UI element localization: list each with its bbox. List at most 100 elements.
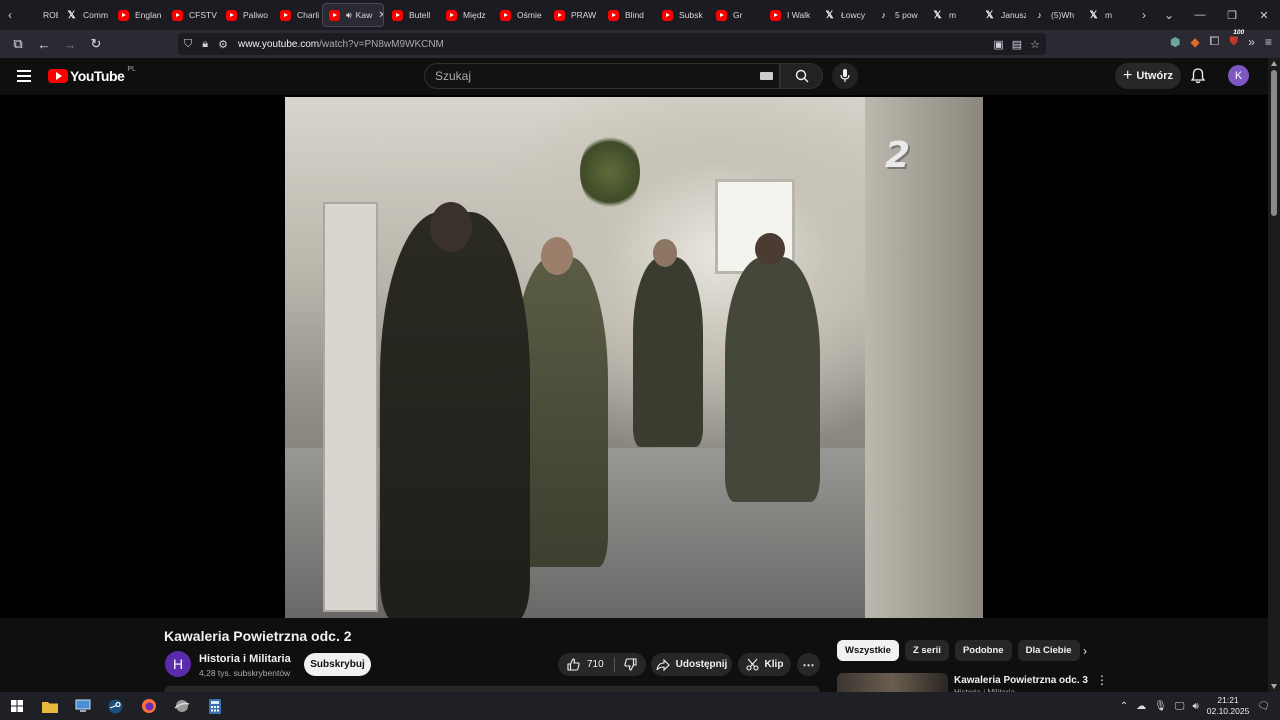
browser-tab[interactable]: 𝕏m [926,3,976,27]
file-explorer-icon[interactable] [33,692,66,720]
browser-tab[interactable]: CFSTV [166,3,218,27]
onedrive-cloud-icon[interactable]: ☁︎ [1136,701,1146,712]
browser-tab[interactable]: ♪ 5 pow [872,3,924,27]
network-icon[interactable]: 🖵︎ [1175,701,1185,712]
account-avatar[interactable]: K [1228,65,1249,86]
browser-tab[interactable]: Englan [112,3,164,27]
scroll-up-icon[interactable] [1271,61,1277,66]
start-windows-icon[interactable] [0,692,33,720]
lock-icon[interactable]: 🔒︎ [202,38,208,51]
channel-avatar[interactable]: H [165,651,191,677]
url-text[interactable]: www.youtube.com/watch?v=PN8wM9WKCNM [238,39,444,50]
browser-tab[interactable]: ♪ (5)Wh [1028,3,1080,27]
picture-in-picture-icon[interactable]: ▣ [993,38,1003,51]
clock[interactable]: 21:21 02.10.2025 [1207,695,1250,717]
clip-button[interactable]: Klip [738,653,791,676]
browser-tab[interactable]: ROBI [20,3,58,27]
notifications-icon[interactable]: 🗨︎ [1257,701,1270,712]
minimize-icon[interactable]: — [1184,9,1216,21]
country-code: PL [127,65,136,73]
keyboard-icon[interactable] [760,72,773,80]
browser-tab[interactable]: 𝕏 Łowcy [818,3,870,27]
shield-icon[interactable]: ⛉ [184,38,192,51]
tabs-scroll-left-icon[interactable]: ‹ [0,0,20,30]
filter-chip[interactable]: Dla Ciebie [1017,640,1080,661]
scroll-down-icon[interactable] [1271,684,1277,689]
tab-label: Blind [625,10,644,20]
remote-desktop-icon[interactable] [66,692,99,720]
microphone-tray-icon[interactable]: 🎙︎ [1154,701,1167,712]
bookmark-star-icon[interactable]: ☆ [1030,38,1040,51]
page-scrollbar[interactable] [1268,58,1280,692]
reader-view-icon[interactable]: ▤ [1012,38,1022,51]
browser-tab[interactable]: Charli [274,3,320,27]
browser-tab[interactable]: Butell [386,3,438,27]
browser-tab[interactable]: Międz [440,3,492,27]
ublock-icon[interactable]: ⛊ 100 [1229,29,1245,49]
notifications-bell-icon[interactable] [1190,68,1206,89]
vpn-shield-icon[interactable]: ⬢ [1170,35,1180,49]
browser-tab[interactable]: Blind [602,3,654,27]
tab-view-icon[interactable]: ⧉ [6,32,30,56]
forward-button[interactable]: → [58,32,82,56]
reload-button[interactable]: ↻ [84,32,108,56]
extensions-puzzle-icon[interactable]: ⧠ [1210,34,1220,49]
tab-audio-icon[interactable]: 🔊︎ [346,10,352,21]
volume-icon[interactable]: 🔊︎ [1192,701,1198,712]
browser-tab[interactable]: Ośmie [494,3,546,27]
permissions-icon[interactable]: ⚙︎ [218,38,228,51]
create-button[interactable]: + Utwórz [1115,63,1181,89]
filter-chip[interactable]: Z serii [904,640,949,661]
browser-tab[interactable]: Subsk [656,3,708,27]
dislike-button[interactable] [615,658,646,671]
calculator-icon[interactable] [198,692,231,720]
address-bar[interactable]: ⛉ 🔒︎ ⚙︎ www.youtube.com/watch?v=PN8wM9WK… [178,33,1046,55]
tab-list-chevron-icon[interactable]: ⌄ [1154,0,1184,30]
menu-hamburger-icon[interactable]: ≡ [1265,35,1272,49]
search-button[interactable] [780,63,823,89]
recommendation-menu-icon[interactable]: ⋮ [1096,673,1108,687]
overflow-chevron-icon[interactable]: » [1248,35,1255,49]
restore-icon[interactable]: ❐ [1216,9,1248,22]
recommendation-thumbnail[interactable] [837,673,948,692]
video-player[interactable]: 2 [0,95,1268,618]
close-window-icon[interactable]: ✕ [1248,9,1280,22]
youtube-logo[interactable]: YouTube PL [48,65,136,84]
more-actions-button[interactable]: ⋯ [797,653,820,676]
browser-tab[interactable]: 𝕏 Janusz [978,3,1026,27]
browser-tab[interactable]: I Walk [764,3,816,27]
browser-tab[interactable]: PRAW [548,3,600,27]
chips-next-icon[interactable]: › [1083,644,1087,658]
browser-tab[interactable]: 🔊︎Kaw ✕ [322,3,384,27]
like-button[interactable]: 710 [558,658,614,671]
guide-menu-icon[interactable] [17,70,31,82]
close-tab-icon[interactable]: ✕ [378,10,383,21]
tabs-scroll-right-icon[interactable]: › [1134,0,1154,30]
video-frame[interactable]: 2 [285,97,983,618]
browser-tab[interactable]: Paliwo [220,3,272,27]
extension-fox-icon[interactable]: ◆ [1190,35,1199,49]
tiktok-icon: ♪ [881,10,886,20]
video-scene-soldier [380,202,530,618]
subscribe-button[interactable]: Subskrybuj [304,653,371,676]
browser-tab[interactable]: Gr [710,3,762,27]
filter-chip[interactable]: Podobne [954,640,1012,661]
filter-chip[interactable]: Wszystkie [837,640,899,661]
search-input[interactable] [425,64,725,88]
browser-tab[interactable]: 𝕏 Comm [60,3,110,27]
app-globe-icon[interactable] [165,692,198,720]
channel-name[interactable]: Historia i Militaria [199,653,291,665]
scrollbar-thumb[interactable] [1271,70,1277,216]
tab-label: 5 pow [895,10,918,20]
share-button[interactable]: Udostępnij [651,653,732,676]
tray-overflow-chevron-icon[interactable]: ⌃ [1120,701,1128,712]
firefox-icon[interactable] [132,692,165,720]
browser-tab[interactable]: 𝕏m [1082,3,1132,27]
back-button[interactable]: ← [32,32,56,56]
voice-search-button[interactable] [832,63,858,89]
youtube-header: YouTube PL + Utwórz K [0,58,1268,95]
recommendation-title[interactable]: Kawaleria Powietrzna odc. 3 [954,675,1088,686]
x-logo-icon: 𝕏 [67,9,76,21]
x-logo-icon: 𝕏 [1089,9,1098,21]
steam-icon[interactable] [99,692,132,720]
